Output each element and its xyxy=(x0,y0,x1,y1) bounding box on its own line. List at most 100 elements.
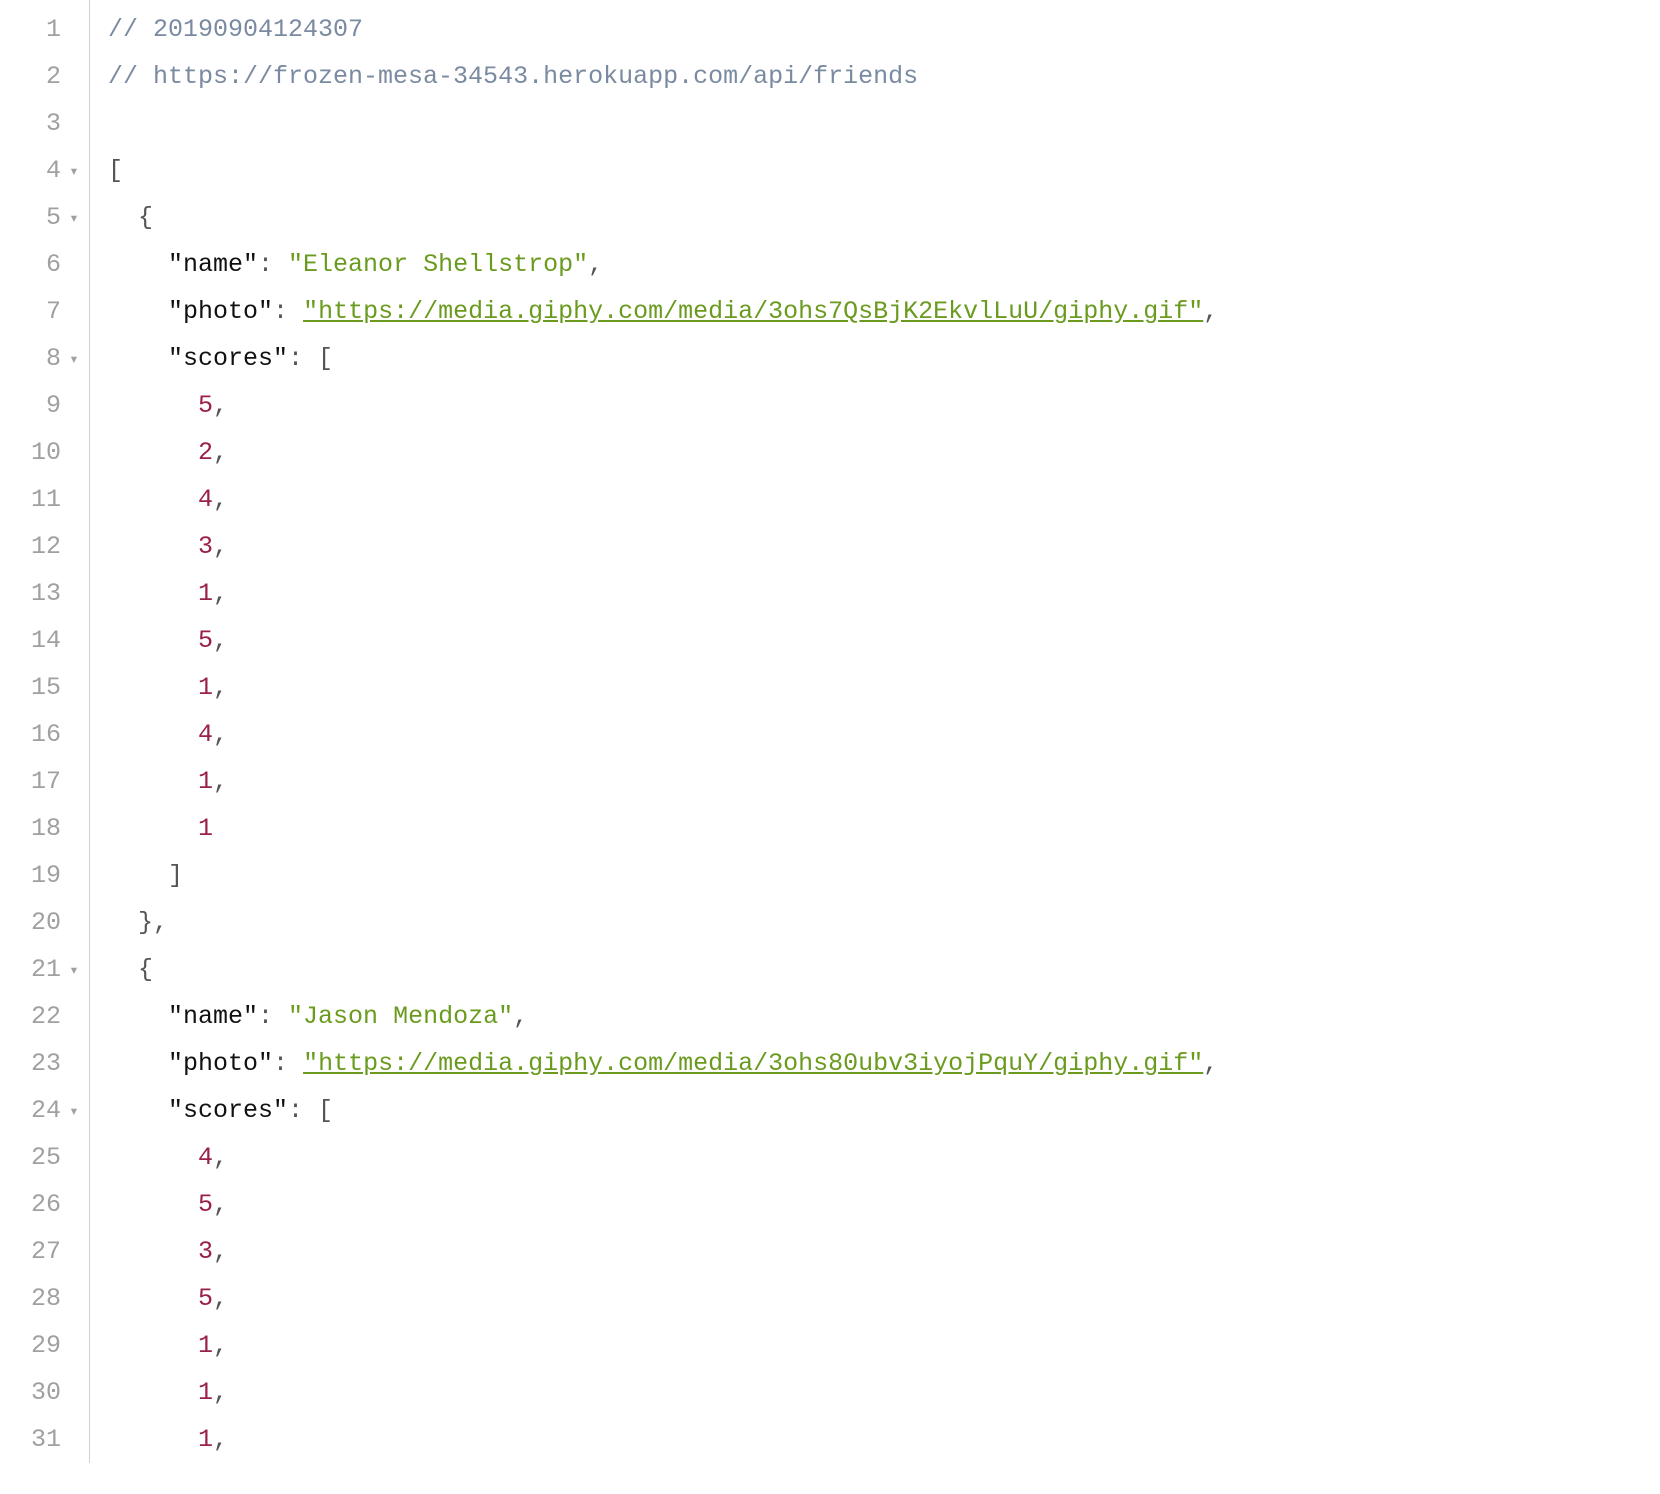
code-token: , xyxy=(213,1143,228,1172)
code-token xyxy=(108,1331,198,1360)
gutter-row: 7 xyxy=(0,288,89,335)
code-line: 4, xyxy=(108,711,1660,758)
code-token: "Eleanor Shellstrop" xyxy=(288,250,588,279)
fold-toggle-icon[interactable]: ▾ xyxy=(67,349,81,369)
code-token: , xyxy=(213,1190,228,1219)
line-number: 7 xyxy=(23,297,61,326)
gutter-row: 27 xyxy=(0,1228,89,1275)
code-token: 5 xyxy=(198,1190,213,1219)
line-number: 21 xyxy=(23,955,61,984)
code-content: // 20190904124307 // https://frozen-mesa-… xyxy=(90,0,1660,1463)
code-token: 1 xyxy=(198,673,213,702)
gutter-row: 24▾ xyxy=(0,1087,89,1134)
gutter-row: 19 xyxy=(0,852,89,899)
code-token: "photo" xyxy=(168,297,273,326)
code-line: 3, xyxy=(108,523,1660,570)
code-token: 5 xyxy=(198,626,213,655)
code-token: 1 xyxy=(198,579,213,608)
gutter-row: 23 xyxy=(0,1040,89,1087)
code-token: : xyxy=(258,250,288,279)
line-number: 27 xyxy=(23,1237,61,1266)
code-line: "name": "Jason Mendoza", xyxy=(108,993,1660,1040)
code-token xyxy=(108,1284,198,1313)
line-number: 3 xyxy=(23,109,61,138)
code-line: [ xyxy=(108,147,1660,194)
line-number: 9 xyxy=(23,391,61,420)
gutter-row: 11 xyxy=(0,476,89,523)
gutter-row: 20 xyxy=(0,899,89,946)
gutter-row: 28 xyxy=(0,1275,89,1322)
gutter-row: 16 xyxy=(0,711,89,758)
fold-toggle-icon[interactable]: ▾ xyxy=(67,1101,81,1121)
line-number: 20 xyxy=(23,908,61,937)
code-line: // https://frozen-mesa-34543.herokuapp.c… xyxy=(108,53,1660,100)
line-number: 29 xyxy=(23,1331,61,1360)
code-token: : [ xyxy=(288,344,333,373)
code-token xyxy=(108,250,168,279)
code-token: , xyxy=(213,767,228,796)
fold-toggle-icon[interactable]: ▾ xyxy=(67,208,81,228)
code-token: 3 xyxy=(198,532,213,561)
gutter-row: 30 xyxy=(0,1369,89,1416)
code-line: 1 xyxy=(108,805,1660,852)
code-token xyxy=(108,1237,198,1266)
line-number: 18 xyxy=(23,814,61,843)
code-token: 2 xyxy=(198,438,213,467)
gutter-row: 12 xyxy=(0,523,89,570)
code-line: { xyxy=(108,946,1660,993)
code-line: }, xyxy=(108,899,1660,946)
line-number: 30 xyxy=(23,1378,61,1407)
code-token: "scores" xyxy=(168,344,288,373)
code-token: , xyxy=(213,1425,228,1454)
code-token xyxy=(108,673,198,702)
line-number: 2 xyxy=(23,62,61,91)
code-line: 1, xyxy=(108,664,1660,711)
gutter-row: 9 xyxy=(0,382,89,429)
code-token: , xyxy=(213,391,228,420)
code-token: , xyxy=(213,579,228,608)
gutter-row: 14 xyxy=(0,617,89,664)
code-token: 4 xyxy=(198,720,213,749)
line-number: 13 xyxy=(23,579,61,608)
gutter-row: 17 xyxy=(0,758,89,805)
json-url-link[interactable]: "https://media.giphy.com/media/3ohs7QsBj… xyxy=(303,297,1203,326)
gutter-row: 26 xyxy=(0,1181,89,1228)
code-token: 1 xyxy=(198,767,213,796)
gutter-row: 2 xyxy=(0,53,89,100)
code-token: , xyxy=(213,626,228,655)
code-token: 3 xyxy=(198,1237,213,1266)
code-token: : xyxy=(273,297,303,326)
code-token xyxy=(108,485,198,514)
code-token: ] xyxy=(108,861,183,890)
line-number: 5 xyxy=(23,203,61,232)
code-token xyxy=(108,626,198,655)
code-token: }, xyxy=(108,908,168,937)
gutter-row: 5▾ xyxy=(0,194,89,241)
fold-toggle-icon[interactable]: ▾ xyxy=(67,161,81,181)
code-token: , xyxy=(213,1237,228,1266)
code-token xyxy=(108,720,198,749)
line-number: 14 xyxy=(23,626,61,655)
gutter-row: 8▾ xyxy=(0,335,89,382)
line-number: 10 xyxy=(23,438,61,467)
fold-toggle-icon[interactable]: ▾ xyxy=(67,960,81,980)
code-token: // 20190904124307 xyxy=(108,15,363,44)
code-token xyxy=(108,1096,168,1125)
code-token: [ xyxy=(108,156,123,185)
gutter-row: 21 ▾ xyxy=(0,946,89,993)
code-token: 4 xyxy=(198,485,213,514)
code-line: { xyxy=(108,194,1660,241)
gutter-row: 29 xyxy=(0,1322,89,1369)
code-token: "scores" xyxy=(168,1096,288,1125)
code-token: "name" xyxy=(168,1002,258,1031)
code-token: "Jason Mendoza" xyxy=(288,1002,513,1031)
code-token: : xyxy=(258,1002,288,1031)
code-line xyxy=(108,100,1660,147)
code-token: , xyxy=(588,250,603,279)
line-number: 22 xyxy=(23,1002,61,1031)
code-token xyxy=(108,391,198,420)
json-url-link[interactable]: "https://media.giphy.com/media/3ohs80ubv… xyxy=(303,1049,1203,1078)
gutter-row: 10 xyxy=(0,429,89,476)
code-token xyxy=(108,814,198,843)
code-token: : [ xyxy=(288,1096,333,1125)
